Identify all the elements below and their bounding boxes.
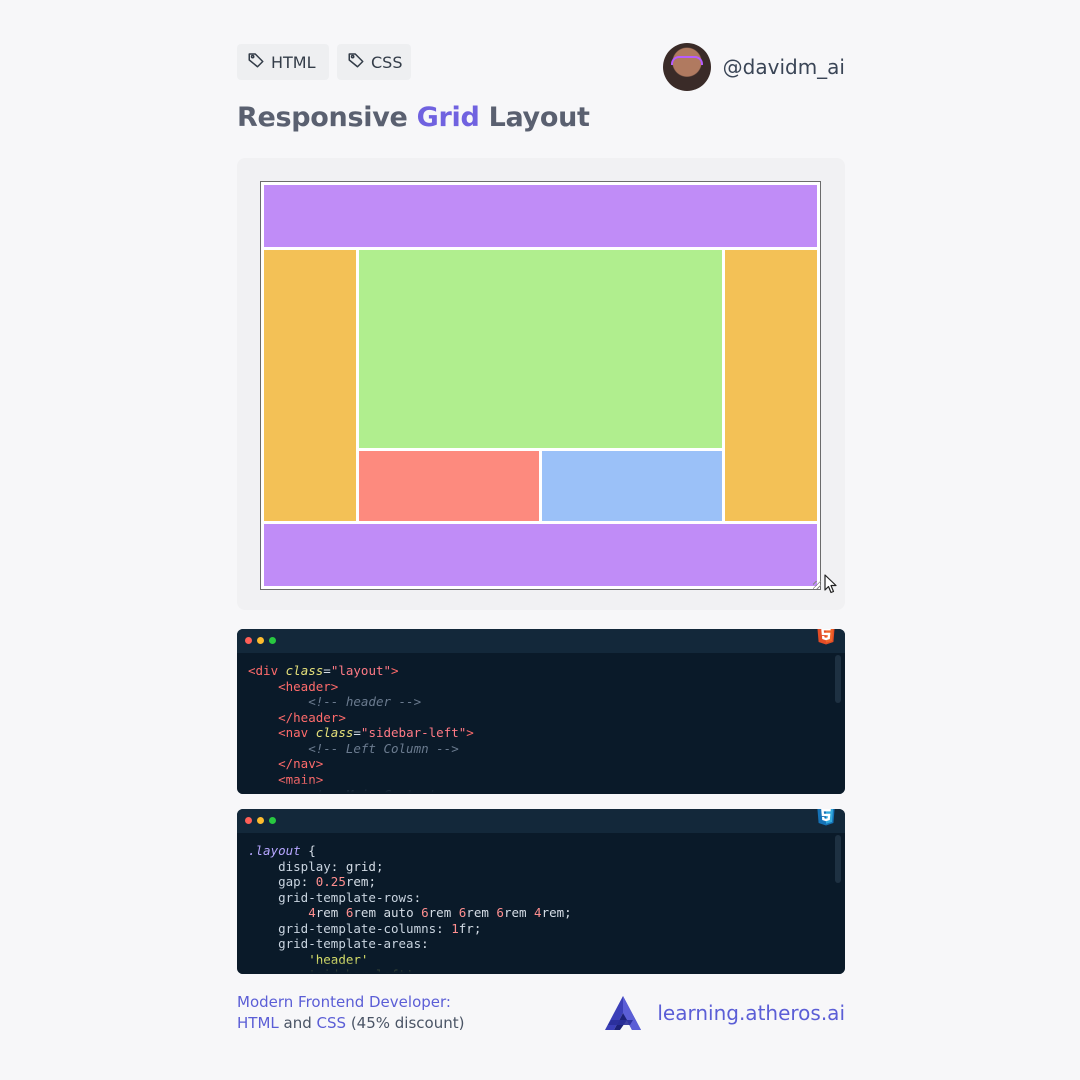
scrollbar[interactable]	[835, 835, 841, 883]
author[interactable]: @davidm_ai	[662, 43, 845, 91]
code-line: grid-template-rows:	[278, 889, 422, 905]
atheros-logo-icon	[605, 996, 642, 1030]
promo-title: Modern Frontend Developer:	[237, 993, 451, 1011]
mouse-cursor-icon	[824, 574, 837, 594]
maximize-dot[interactable]	[269, 817, 276, 824]
promo-subtitle: HTML and CSS (45% discount)	[237, 1013, 464, 1034]
code-line: gap: 0.25rem;	[278, 874, 376, 889]
promo-html: HTML	[237, 1014, 279, 1032]
code-line: grid-template-columns: 1fr;	[278, 920, 482, 936]
tag-icon	[347, 51, 365, 73]
code-line: display: grid;	[278, 858, 384, 874]
brand-url: learning.atheros.ai	[657, 1001, 845, 1025]
code-line: grid-template-areas:	[278, 936, 429, 951]
code-fade	[237, 960, 845, 974]
minimize-dot[interactable]	[257, 637, 264, 644]
page-title: Responsive Grid Layout	[237, 102, 590, 133]
tag-html[interactable]: HTML	[237, 44, 329, 80]
author-handle: @davidm_ai	[722, 55, 845, 79]
title-accent: Grid	[416, 102, 480, 133]
css-code: .layout { display: grid; gap: 0.25rem; g…	[237, 833, 845, 974]
promo-discount: (45% discount)	[346, 1014, 465, 1032]
css-code-window: .layout { display: grid; gap: 0.25rem; g…	[237, 809, 845, 974]
grid-area-sidebar-right	[725, 250, 817, 521]
html-code-window: <div class="layout"> <header> <!-- heade…	[237, 629, 845, 794]
grid-area-header	[264, 185, 817, 247]
promo-and: and	[278, 1014, 317, 1032]
brand-link[interactable]: learning.atheros.ai	[603, 994, 845, 1032]
css3-icon	[817, 809, 835, 826]
title-prefix: Responsive	[237, 102, 417, 133]
maximize-dot[interactable]	[269, 637, 276, 644]
window-controls	[245, 817, 276, 824]
code-fade	[237, 780, 845, 794]
code-line: <!-- header -->	[308, 694, 422, 709]
avatar	[662, 43, 711, 91]
grid-layout-preview	[260, 181, 821, 590]
code-line: <div class="layout">	[248, 663, 399, 678]
close-dot[interactable]	[245, 637, 252, 644]
tag-label: HTML	[271, 52, 316, 72]
code-line: <nav class="sidebar-left">	[278, 725, 474, 740]
close-dot[interactable]	[245, 817, 252, 824]
code-line: <header>	[278, 678, 339, 694]
tag-css[interactable]: CSS	[337, 44, 411, 80]
code-line: .layout {	[248, 843, 316, 858]
window-controls	[245, 637, 276, 644]
grid-area-sidebar-left	[264, 250, 356, 521]
minimize-dot[interactable]	[257, 817, 264, 824]
code-window-titlebar	[237, 809, 845, 833]
html-code: <div class="layout"> <header> <!-- heade…	[237, 653, 845, 794]
grid-area-box-1	[359, 451, 539, 521]
grid-area-box-2	[542, 451, 722, 521]
tag-label: CSS	[371, 52, 403, 72]
scrollbar[interactable]	[835, 655, 841, 703]
grid-area-footer	[264, 524, 817, 586]
code-line: <!-- Left Column -->	[308, 740, 459, 756]
title-suffix: Layout	[479, 102, 590, 133]
resize-handle[interactable]	[813, 581, 821, 589]
code-line: </header>	[278, 709, 346, 725]
course-promo[interactable]: Modern Frontend Developer: HTML and CSS …	[237, 992, 464, 1034]
promo-css: CSS	[316, 1014, 347, 1032]
grid-area-main	[359, 250, 722, 448]
html5-icon	[817, 629, 835, 645]
code-line: </nav>	[278, 756, 324, 771]
code-window-titlebar	[237, 629, 845, 653]
code-line: 4rem 6rem auto 6rem 6rem 6rem 4rem;	[308, 905, 572, 920]
tag-icon	[247, 51, 265, 73]
